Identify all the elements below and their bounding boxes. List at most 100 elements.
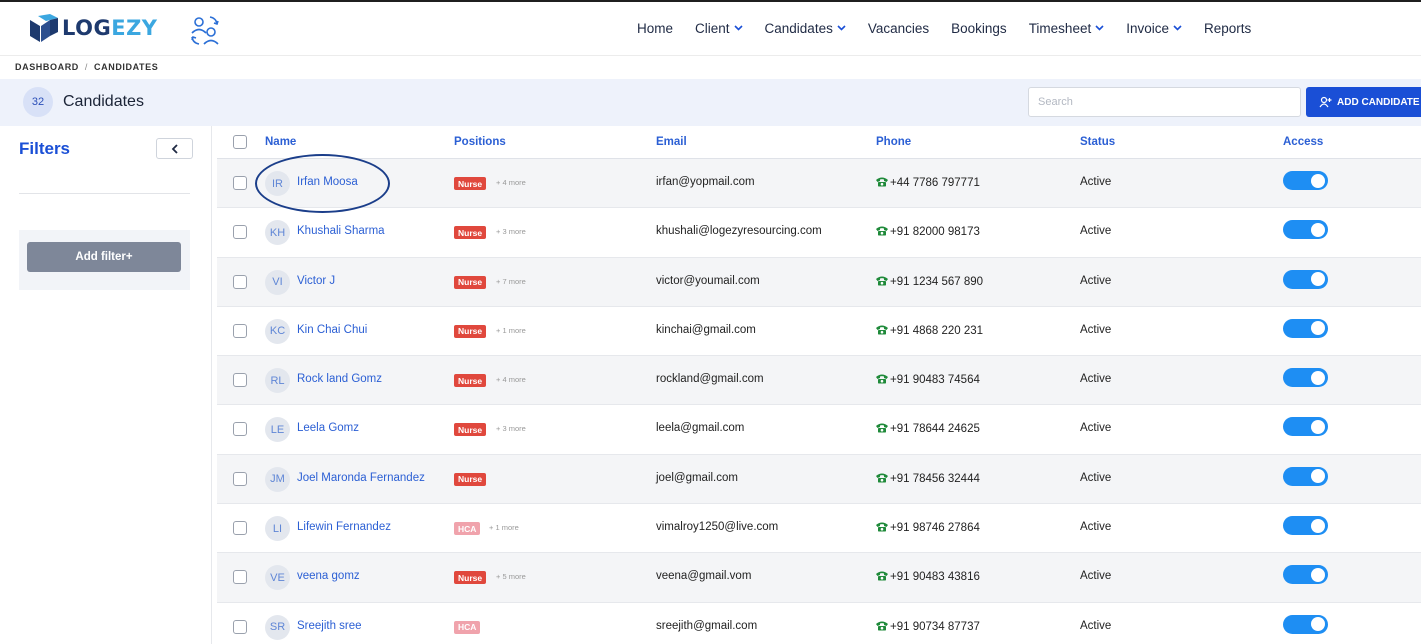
position-badge: Nurse	[454, 472, 487, 486]
access-toggle[interactable]	[1283, 368, 1328, 388]
nav-home[interactable]: Home	[626, 21, 684, 36]
nav-label: Candidates	[764, 20, 833, 36]
table-row[interactable]: LI Lifewin Fernandez HCA + 1 more vimalroy12…	[217, 504, 1421, 554]
more-positions-link[interactable]: + 5 more	[496, 572, 526, 581]
candidate-email: kinchai@gmail.com	[656, 323, 756, 336]
candidate-name-link[interactable]: Leela Gomz	[297, 422, 359, 434]
select-all-checkbox[interactable]	[233, 135, 247, 149]
nav-reports[interactable]: Reports	[1193, 21, 1262, 36]
candidate-phone: +91 90483 74564	[875, 373, 980, 387]
phone-number: +91 78456 32444	[890, 472, 980, 485]
logo-icon	[30, 14, 58, 42]
table-row[interactable]: VI Victor J Nurse + 7 more victor@youmail.co…	[217, 257, 1421, 307]
row-checkbox[interactable]	[233, 274, 247, 289]
more-positions-link[interactable]: + 4 more	[496, 375, 526, 384]
column-header-phone[interactable]: Phone	[876, 136, 911, 148]
candidate-phone: +44 7786 797771	[875, 176, 980, 190]
column-header-email[interactable]: Email	[656, 136, 687, 148]
breadcrumb-dashboard[interactable]: DASHBOARD	[15, 62, 79, 72]
candidate-name-link[interactable]: Kin Chai Chui	[297, 324, 367, 336]
page-title: Candidates	[63, 93, 144, 110]
logo-text-accent: EZY	[111, 16, 158, 40]
column-header-name[interactable]: Name	[265, 136, 296, 148]
candidate-phone: +91 78644 24625	[875, 422, 980, 436]
row-checkbox[interactable]	[233, 471, 247, 486]
nav-bookings[interactable]: Bookings	[940, 21, 1018, 36]
table-row[interactable]: KC Kin Chai Chui Nurse + 1 more kinchai@gmai…	[217, 307, 1421, 357]
access-toggle[interactable]	[1283, 269, 1328, 289]
logezy-logo[interactable]: LOGEZY	[28, 10, 158, 46]
candidate-name-link[interactable]: Sreejith sree	[297, 620, 362, 632]
candidate-email: victor@youmail.com	[656, 274, 760, 287]
table-row[interactable]: JM Joel Maronda Fernandez Nurse joel@gmail.…	[217, 454, 1421, 505]
row-checkbox[interactable]	[233, 422, 247, 437]
position-badge: Nurse	[454, 275, 487, 289]
more-positions-link[interactable]: + 7 more	[496, 277, 526, 286]
phone-icon	[875, 225, 889, 239]
row-checkbox[interactable]	[233, 225, 247, 240]
table-row[interactable]: LE Leela Gomz Nurse + 3 more leela@gmail.com…	[217, 405, 1421, 455]
phone-icon	[875, 570, 889, 584]
nav-candidates[interactable]: Candidates	[754, 21, 857, 36]
more-positions-link[interactable]: + 4 more	[496, 178, 526, 187]
nav-timesheet[interactable]: Timesheet	[1018, 21, 1116, 36]
collapse-sidebar-button[interactable]	[156, 138, 193, 159]
position-badge: Nurse	[454, 177, 487, 190]
table-row[interactable]: IR Irfan Moosa Nurse + 4 more irfan@yopmail.…	[217, 159, 1421, 209]
breadcrumb-current: CANDIDATES	[94, 62, 159, 72]
avatar: IR	[265, 171, 290, 196]
access-toggle[interactable]	[1283, 466, 1328, 486]
candidate-name-link[interactable]: Victor J	[297, 275, 335, 287]
add-candidate-label: ADD CANDIDATE	[1337, 96, 1420, 108]
access-toggle[interactable]	[1283, 516, 1328, 536]
page-header: 32 Candidates ADD CANDIDATE	[0, 79, 1421, 126]
chevron-down-icon	[733, 25, 743, 31]
candidate-name-link[interactable]: Khushali Sharma	[297, 225, 385, 237]
more-positions-link[interactable]: + 1 more	[496, 326, 526, 335]
candidate-phone: +91 98746 27864	[875, 521, 980, 535]
column-header-status[interactable]: Status	[1080, 136, 1115, 148]
position-badge: HCA	[454, 620, 481, 634]
access-toggle[interactable]	[1283, 318, 1328, 338]
more-positions-link[interactable]: + 3 more	[496, 424, 526, 433]
position-badge: HCA	[454, 522, 481, 536]
table-row[interactable]: SR Sreejith sree HCA sreejith@gmail.com +91 …	[217, 603, 1421, 644]
more-positions-link[interactable]: + 3 more	[496, 227, 526, 236]
search-input[interactable]	[1028, 87, 1301, 117]
nav-invoice[interactable]: Invoice	[1115, 21, 1193, 36]
access-toggle[interactable]	[1283, 171, 1328, 190]
add-filter-button[interactable]: Add filter+	[27, 242, 181, 272]
column-header-positions[interactable]: Positions	[454, 136, 506, 148]
candidate-email: leela@gmail.com	[656, 422, 745, 435]
row-checkbox[interactable]	[233, 176, 247, 190]
phone-number: +91 82000 98173	[890, 226, 980, 239]
add-candidate-button[interactable]: ADD CANDIDATE	[1306, 87, 1421, 117]
avatar: LE	[265, 417, 290, 443]
access-toggle[interactable]	[1283, 417, 1328, 437]
row-checkbox[interactable]	[233, 521, 247, 536]
candidate-name-link[interactable]: Joel Maronda Fernandez	[297, 472, 425, 484]
more-positions-link[interactable]: + 1 more	[489, 523, 519, 532]
nav-client[interactable]: Client	[684, 21, 754, 36]
column-header-access[interactable]: Access	[1283, 136, 1323, 148]
candidate-name-link[interactable]: Rock land Gomz	[297, 373, 382, 385]
access-toggle[interactable]	[1283, 614, 1328, 634]
row-checkbox[interactable]	[233, 323, 247, 338]
status-text: Active	[1080, 570, 1112, 583]
candidate-name-link[interactable]: Irfan Moosa	[297, 176, 358, 188]
candidate-email: sreejith@gmail.com	[656, 619, 758, 632]
table-row[interactable]: KH Khushali Sharma Nurse + 3 more khushali@l…	[217, 208, 1421, 258]
table-row[interactable]: VE veena gomz Nurse + 5 more veena@gmail.vom…	[217, 553, 1421, 603]
nav-vacancies[interactable]: Vacancies	[857, 21, 940, 36]
access-toggle[interactable]	[1283, 220, 1328, 240]
nav-label: Home	[637, 20, 674, 36]
row-checkbox[interactable]	[233, 373, 247, 388]
access-toggle[interactable]	[1283, 565, 1328, 585]
table-row[interactable]: RL Rock land Gomz Nurse + 4 more rockland@gm…	[217, 356, 1421, 406]
candidate-name-link[interactable]: veena gomz	[297, 570, 360, 582]
row-checkbox[interactable]	[233, 570, 247, 585]
candidate-name-link[interactable]: Lifewin Fernandez	[297, 521, 391, 533]
row-checkbox[interactable]	[233, 619, 247, 634]
switch-account-icon[interactable]	[188, 13, 222, 47]
position-badge: Nurse	[454, 423, 487, 437]
